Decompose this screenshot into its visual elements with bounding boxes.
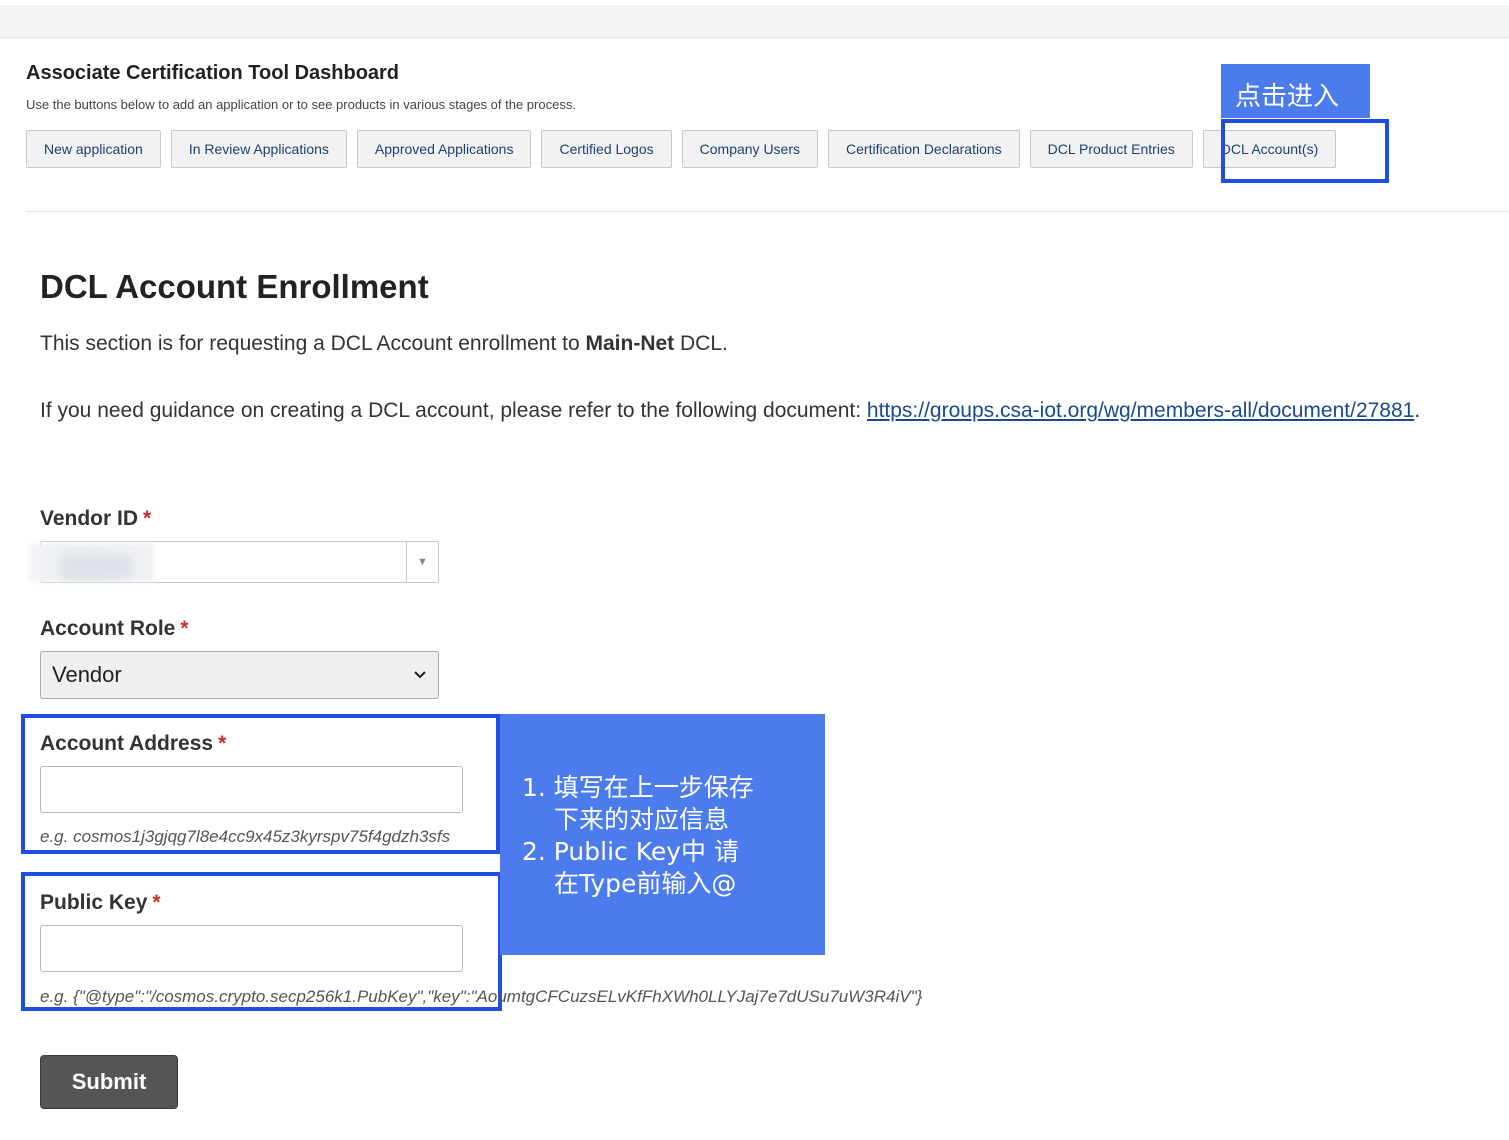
certification-declarations-button[interactable]: Certification Declarations — [828, 130, 1020, 168]
intro-network: Main-Net — [585, 332, 675, 355]
account-address-label-text: Account Address — [40, 732, 214, 755]
account-address-hint: e.g. cosmos1j3gjqg7l8e4cc9x45z3kyrspv75f… — [40, 827, 451, 846]
public-key-label: Public Key * — [40, 891, 161, 915]
account-role-select[interactable]: Vendor — [40, 651, 439, 699]
vendor-id-label: Vendor ID * — [40, 507, 151, 531]
annotation-outline-dcl-accounts — [1221, 119, 1389, 183]
intro-text: This section is for requesting a DCL Acc… — [40, 332, 728, 356]
dcl-product-entries-button[interactable]: DCL Product Entries — [1029, 130, 1193, 168]
required-asterisk: * — [152, 891, 161, 914]
annotation-note-line: 在Type前输入@ — [554, 869, 737, 898]
company-users-button[interactable]: Company Users — [681, 130, 819, 168]
guidance-prefix: If you need guidance on creating a DCL a… — [40, 399, 867, 422]
chevron-down-icon — [414, 671, 426, 679]
page-title: DCL Account Enrollment — [40, 268, 429, 305]
guidance-suffix: . — [1414, 399, 1421, 422]
annotation-note-line: 2. Public Key中 请 — [522, 837, 740, 866]
annotation-note-box: 1. 填写在上一步保存 下来的对应信息 2. Public Key中 请 在Ty… — [500, 714, 825, 955]
submit-button[interactable]: Submit — [40, 1055, 178, 1109]
in-review-applications-button[interactable]: In Review Applications — [170, 130, 347, 168]
guidance-text: If you need guidance on creating a DCL a… — [40, 399, 1420, 423]
dashboard-title: Associate Certification Tool Dashboard — [26, 62, 400, 84]
vendor-id-label-text: Vendor ID — [40, 507, 139, 530]
annotation-note-line: 1. 填写在上一步保存 — [522, 773, 754, 802]
approved-applications-button[interactable]: Approved Applications — [356, 130, 532, 168]
public-key-hint: e.g. {"@type":"/cosmos.crypto.secp256k1.… — [40, 987, 923, 1006]
public-key-input[interactable] — [40, 925, 463, 972]
new-application-button[interactable]: New application — [26, 130, 161, 168]
guidance-link[interactable]: https://groups.csa-iot.org/wg/members-al… — [867, 399, 1414, 422]
annotation-click-tag: 点击进入 — [1221, 64, 1370, 118]
dashboard-nav: New application In Review Applications A… — [26, 130, 1337, 168]
account-address-label: Account Address * — [40, 732, 226, 756]
account-role-label: Account Role * — [40, 617, 189, 641]
required-asterisk: * — [143, 507, 152, 530]
public-key-label-text: Public Key — [40, 891, 148, 914]
dashboard-subtitle: Use the buttons below to add an applicat… — [26, 97, 576, 112]
vendor-id-select[interactable]: ▼ — [29, 541, 439, 583]
account-role-value: Vendor — [52, 662, 122, 687]
intro-suffix: DCL. — [674, 332, 728, 355]
certified-logos-button[interactable]: Certified Logos — [541, 130, 672, 168]
required-asterisk: * — [180, 617, 189, 640]
annotation-note-line: 下来的对应信息 — [554, 805, 730, 834]
account-address-input[interactable] — [40, 766, 463, 813]
vendor-id-redacted-overlay — [61, 556, 131, 578]
triangle-down-icon[interactable]: ▼ — [406, 542, 438, 582]
top-bar — [0, 5, 1509, 38]
required-asterisk: * — [218, 732, 227, 755]
account-role-label-text: Account Role — [40, 617, 176, 640]
intro-prefix: This section is for requesting a DCL Acc… — [40, 332, 586, 355]
section-divider — [26, 211, 1509, 212]
